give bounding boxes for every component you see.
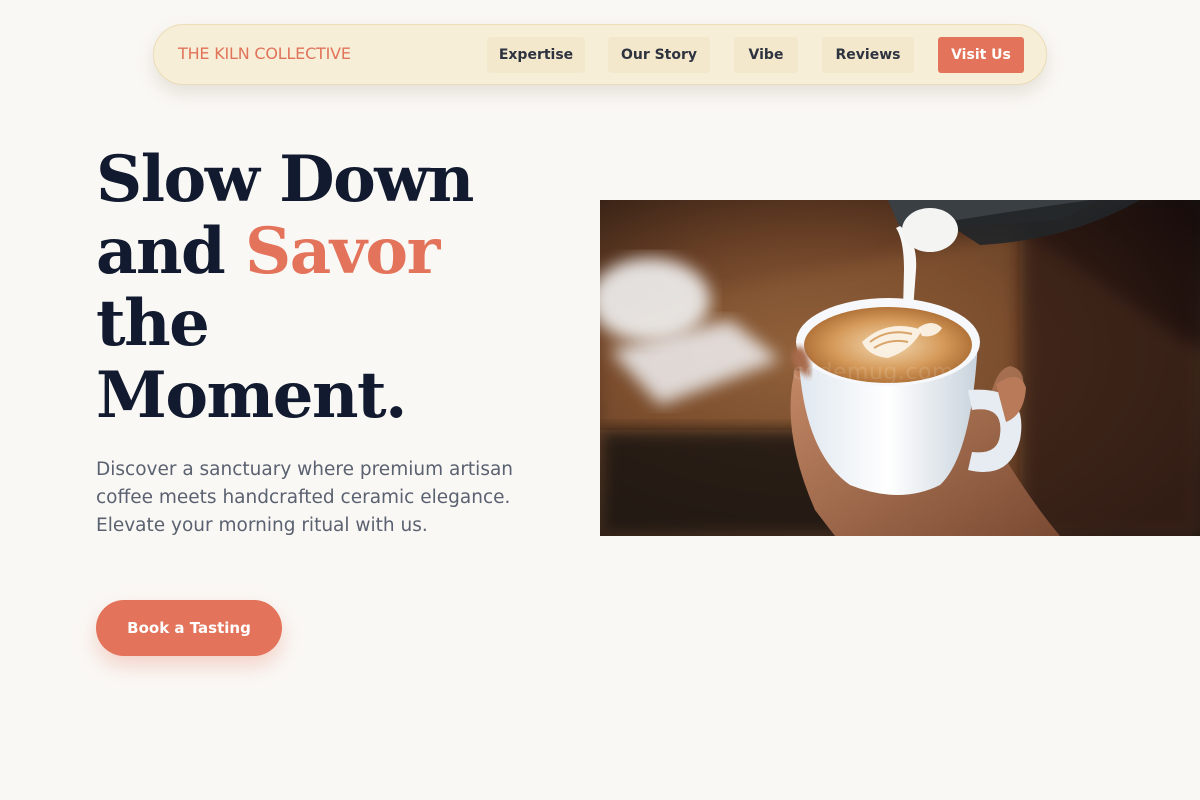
hero-title-line1: Slow Down <box>96 142 474 217</box>
nav-link-expertise[interactable]: Expertise <box>487 37 585 73</box>
hero-title-and: and <box>96 214 246 289</box>
hero-title: Slow Down and Savor the Moment. <box>96 144 516 432</box>
hero-image-latte-art: codemug.com <box>600 200 1200 536</box>
image-watermark: codemug.com <box>792 360 954 385</box>
book-tasting-button[interactable]: Book a Tasting <box>96 600 282 656</box>
nav-link-vibe[interactable]: Vibe <box>734 37 798 73</box>
brand-logo[interactable]: THE KILN COLLECTIVE <box>178 44 351 63</box>
visit-us-button[interactable]: Visit Us <box>938 37 1024 73</box>
hero-title-accent: Savor <box>245 214 440 289</box>
nav-link-our-story[interactable]: Our Story <box>608 37 710 73</box>
hero-title-line4: Moment. <box>96 358 407 433</box>
hero-title-line3: the <box>96 286 210 361</box>
nav-link-reviews[interactable]: Reviews <box>822 37 914 73</box>
hero-subtitle: Discover a sanctuary where premium artis… <box>96 459 514 536</box>
navbar: THE KILN COLLECTIVE Expertise Our Story … <box>153 24 1047 85</box>
